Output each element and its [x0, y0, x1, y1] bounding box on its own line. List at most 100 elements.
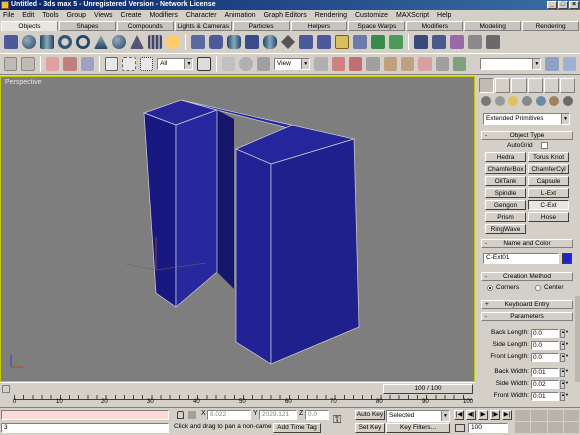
lock-selection-icon[interactable]	[177, 411, 184, 419]
cone-icon[interactable]	[94, 35, 108, 49]
maxscript-mini-listener[interactable]: 3	[1, 423, 169, 433]
track-bar[interactable]: 0 10 20 30 40 50 60 70 80 90 100	[0, 394, 475, 407]
undo-icon[interactable]	[4, 57, 18, 71]
menu-views[interactable]: Views	[91, 12, 116, 19]
move-icon[interactable]	[221, 57, 236, 71]
material-editor-icon[interactable]	[452, 57, 467, 71]
center-radio[interactable]	[535, 285, 541, 291]
menu-group[interactable]: Group	[64, 12, 89, 19]
spacewarps-icon[interactable]	[549, 96, 560, 106]
back-length-field[interactable]: 0.0	[531, 329, 559, 338]
menu-edit[interactable]: Edit	[19, 12, 37, 19]
gengon-icon[interactable]	[299, 35, 313, 49]
cylinder-icon[interactable]	[40, 35, 54, 49]
key-filters-button[interactable]: Key Filters...	[386, 423, 450, 433]
front-width-field[interactable]: 0.01	[531, 392, 559, 401]
menu-maxscript[interactable]: MAXScript	[393, 12, 432, 19]
tool-icon[interactable]	[468, 35, 482, 49]
torus-icon[interactable]	[58, 35, 72, 49]
bind-spacewarp-icon[interactable]	[80, 57, 94, 71]
ringwave-button[interactable]: RingWave	[485, 224, 526, 234]
primitive-category-dropdown[interactable]: Extended Primitives ▼	[483, 113, 570, 125]
z-coord-field[interactable]: 0.0	[305, 410, 329, 420]
wrench-icon[interactable]	[486, 35, 500, 49]
front-width-spinner[interactable]: ▲▼	[560, 392, 569, 401]
geometry-icon[interactable]	[481, 96, 491, 106]
key-set-dropdown[interactable]: Selected ▼	[386, 410, 450, 422]
ringwave-icon[interactable]	[389, 35, 403, 49]
active-tool-icon[interactable]	[335, 35, 349, 49]
menu-rendering[interactable]: Rendering	[312, 12, 350, 19]
spindle-button[interactable]: Spindle	[485, 188, 526, 198]
zoom-extents-icon[interactable]	[547, 410, 563, 421]
keyboard-entry-rollout-header[interactable]: + Keyboard Entry	[481, 300, 573, 309]
selection-region-icon[interactable]	[139, 57, 154, 71]
hierarchy-tab-icon[interactable]	[511, 78, 527, 93]
redo-icon[interactable]	[21, 57, 35, 71]
tab-modifiers[interactable]: Modifiers	[406, 21, 464, 31]
absolute-mode-icon[interactable]	[188, 411, 196, 419]
scale-icon[interactable]	[256, 57, 270, 71]
zoom-icon[interactable]	[515, 410, 531, 421]
systems-icon[interactable]	[562, 96, 573, 106]
quick-render-icon[interactable]	[562, 57, 576, 71]
back-length-spinner[interactable]: ▲▼	[560, 329, 569, 338]
x-coord-field[interactable]: 8.022	[207, 410, 251, 420]
maxscript-listener-pink[interactable]	[1, 410, 169, 420]
pyramid-icon[interactable]	[130, 35, 144, 49]
go-to-start-icon[interactable]: |◀	[454, 410, 464, 420]
c-ext-button[interactable]: C-Ext	[528, 200, 569, 210]
array-icon[interactable]	[432, 35, 446, 49]
capsule-button[interactable]: Capsule	[528, 176, 569, 186]
spindle-icon[interactable]	[281, 35, 295, 49]
key-mode-icon[interactable]	[455, 424, 465, 432]
prism-button[interactable]: Prism	[485, 212, 526, 222]
command-panel-scrollbar[interactable]	[575, 296, 580, 382]
render-scene-icon[interactable]	[545, 57, 559, 71]
parameters-rollout-header[interactable]: - Parameters	[481, 312, 573, 321]
create-tab-icon[interactable]	[479, 78, 495, 93]
tab-lights-cameras[interactable]: Lights & Cameras	[174, 21, 232, 31]
tab-particles[interactable]: Particles	[232, 21, 290, 31]
tube-icon[interactable]	[76, 35, 90, 49]
tab-compounds[interactable]: Compounds	[116, 21, 174, 31]
snap-icon[interactable]	[366, 57, 380, 71]
gengon-button[interactable]: Gengon	[485, 200, 526, 210]
pivot-center-icon[interactable]	[314, 57, 328, 71]
front-length-field[interactable]: 0.0	[531, 353, 559, 362]
oiltank-icon[interactable]	[245, 35, 259, 49]
l-ext-button[interactable]: L-Ext	[528, 188, 569, 198]
menu-file[interactable]: File	[0, 12, 17, 19]
hedra-icon[interactable]	[191, 35, 205, 49]
time-slider-thumb[interactable]: 100 / 100	[383, 384, 473, 394]
cameras-icon[interactable]	[521, 96, 532, 106]
unlink-icon[interactable]	[63, 57, 77, 71]
arc-rotate-icon[interactable]	[547, 422, 563, 433]
shapes-icon[interactable]	[494, 96, 505, 106]
sphere-icon[interactable]	[22, 35, 36, 49]
utilities-tab-icon[interactable]	[559, 78, 576, 93]
menu-tools[interactable]: Tools	[39, 12, 61, 19]
menu-character[interactable]: Character	[183, 12, 220, 19]
motion-tab-icon[interactable]	[527, 78, 543, 93]
menu-graph-editors[interactable]: Graph Editors	[261, 12, 310, 19]
creation-method-rollout-header[interactable]: - Creation Method	[481, 272, 573, 281]
geosphere-icon[interactable]	[112, 35, 126, 49]
object-color-swatch[interactable]	[562, 253, 572, 264]
chamfercyl-icon[interactable]	[227, 35, 241, 49]
tab-shapes[interactable]: Shapes	[58, 21, 116, 31]
capsule-icon[interactable]	[263, 35, 277, 49]
curve-editor-icon[interactable]	[418, 57, 432, 71]
tab-modeling[interactable]: Modeling	[464, 21, 522, 31]
menu-customize[interactable]: Customize	[352, 12, 391, 19]
perspective-viewport[interactable]: Perspective	[0, 76, 475, 382]
autogrid-checkbox[interactable]	[541, 142, 548, 149]
torus-knot-button[interactable]: Torus Knot	[528, 152, 569, 162]
angle-snap-icon[interactable]	[383, 57, 397, 71]
auto-key-button[interactable]: Auto Key	[355, 410, 385, 420]
zoom-all-icon[interactable]	[531, 410, 547, 421]
menu-create[interactable]: Create	[117, 12, 144, 19]
go-to-end-icon[interactable]: ▶|	[502, 410, 512, 420]
minimize-button[interactable]: _	[547, 1, 557, 9]
align-icon[interactable]	[348, 57, 363, 71]
